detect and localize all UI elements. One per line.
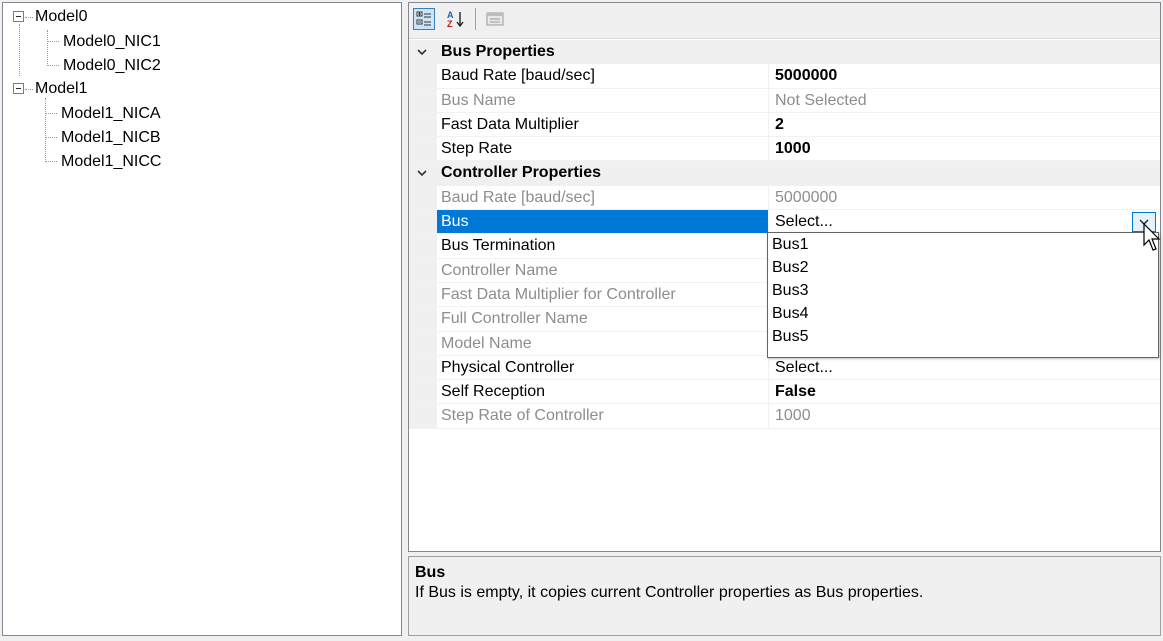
property-name: Baud Rate [baud/sec] [437, 64, 769, 88]
property-row-baud-rate[interactable]: Baud Rate [baud/sec] 5000000 [409, 64, 1160, 89]
tree-connector [47, 65, 59, 66]
tree-connector [45, 113, 57, 114]
dropdown-option-bus5[interactable]: Bus5 [768, 325, 1158, 348]
property-name: Bus Termination [437, 234, 769, 258]
dropdown-option-bus1[interactable]: Bus1 [768, 233, 1158, 256]
property-pages-icon [486, 12, 504, 26]
property-row-bus[interactable]: Bus Select... [409, 210, 1160, 235]
tree-connector [47, 41, 59, 42]
property-name: Baud Rate [baud/sec] [437, 185, 769, 210]
dropdown-option-bus4[interactable]: Bus4 [768, 302, 1158, 325]
tree-connector [45, 161, 57, 162]
property-pages-button[interactable] [484, 8, 506, 30]
dropdown-option-bus3[interactable]: Bus3 [768, 279, 1158, 302]
property-name: Full Controller Name [437, 307, 769, 331]
property-value[interactable]: 5000000 [770, 64, 1160, 87]
alphabetical-sort-button[interactable]: A Z [445, 8, 467, 30]
property-name: Step Rate [437, 137, 769, 161]
tree-connector [25, 17, 33, 18]
bus-dropdown-list[interactable]: Bus1 Bus2 Bus3 Bus4 Bus5 [767, 232, 1159, 358]
collapse-icon[interactable] [13, 83, 24, 94]
property-name: Fast Data Multiplier [437, 112, 769, 137]
property-value[interactable]: 2 [770, 113, 1160, 136]
property-name: Step Rate of Controller [437, 404, 769, 428]
tree-node-model1-nicb[interactable]: Model1_NICB [61, 127, 161, 149]
property-row-bus-name[interactable]: Bus Name Not Selected [409, 88, 1160, 113]
category-label: Controller Properties [441, 164, 602, 182]
property-name: Self Reception [437, 380, 769, 404]
property-value: Not Selected [775, 91, 867, 109]
category-controller-properties[interactable]: Controller Properties [409, 161, 1160, 186]
property-name: Bus Name [437, 88, 769, 112]
svg-text:Z: Z [447, 19, 453, 29]
tree-connector [45, 137, 57, 138]
property-name: Bus [437, 210, 769, 234]
chevron-down-icon[interactable] [416, 46, 428, 58]
category-label: Bus Properties [441, 43, 555, 60]
property-value: 5000000 [775, 188, 838, 206]
property-row-physical-controller[interactable]: Physical Controller Select... [409, 355, 1160, 381]
categorized-view-button[interactable] [413, 8, 435, 30]
category-bus-properties[interactable]: Bus Properties [409, 40, 1160, 65]
property-name: Fast Data Multiplier for Controller [437, 282, 769, 307]
model-tree[interactable]: Model0 Model0_NIC1 Model0_NIC2 Model1 Mo… [2, 2, 402, 636]
sort-az-icon: A Z [447, 10, 464, 29]
description-panel: Bus If Bus is empty, it copies current C… [408, 556, 1161, 636]
chevron-down-icon[interactable] [416, 167, 428, 179]
tree-connector [19, 24, 20, 76]
bus-select-value[interactable]: Select... [770, 210, 1160, 233]
collapse-icon[interactable] [13, 11, 24, 22]
categorized-view-icon [416, 11, 431, 26]
property-value[interactable]: Select... [770, 356, 1160, 379]
description-text: If Bus is empty, it copies current Contr… [415, 584, 924, 601]
property-name: Controller Name [437, 258, 769, 282]
tree-node-model0-nic1[interactable]: Model0_NIC1 [63, 31, 161, 53]
property-row-step-rate-controller[interactable]: Step Rate of Controller 1000 [409, 404, 1160, 429]
tree-connector [47, 30, 48, 66]
tree-connector [45, 98, 46, 160]
property-name: Model Name [437, 331, 769, 355]
tree-connector [25, 89, 33, 90]
tree-node-model1[interactable]: Model1 [35, 78, 87, 100]
tree-node-model1-nicc[interactable]: Model1_NICC [61, 151, 161, 173]
property-row-self-reception[interactable]: Self Reception False [409, 380, 1160, 405]
tree-node-model0[interactable]: Model0 [35, 6, 87, 28]
property-row-controller-baud-rate[interactable]: Baud Rate [baud/sec] 5000000 [409, 185, 1160, 211]
property-value: 1000 [775, 407, 811, 425]
tree-node-model0-nic2[interactable]: Model0_NIC2 [63, 55, 161, 77]
property-row-step-rate[interactable]: Step Rate 1000 [409, 137, 1160, 162]
property-row-fast-data-multiplier[interactable]: Fast Data Multiplier 2 [409, 112, 1160, 138]
dropdown-option-bus2[interactable]: Bus2 [768, 256, 1158, 279]
property-name: Physical Controller [437, 355, 769, 380]
toolbar-separator [475, 8, 476, 30]
property-value[interactable]: False [770, 380, 1160, 403]
mouse-cursor-icon [1143, 223, 1161, 251]
description-title: Bus [415, 564, 446, 581]
tree-node-model1-nica[interactable]: Model1_NICA [61, 103, 161, 125]
property-toolbar: A Z [409, 3, 1160, 39]
property-value[interactable]: 1000 [770, 137, 1160, 160]
